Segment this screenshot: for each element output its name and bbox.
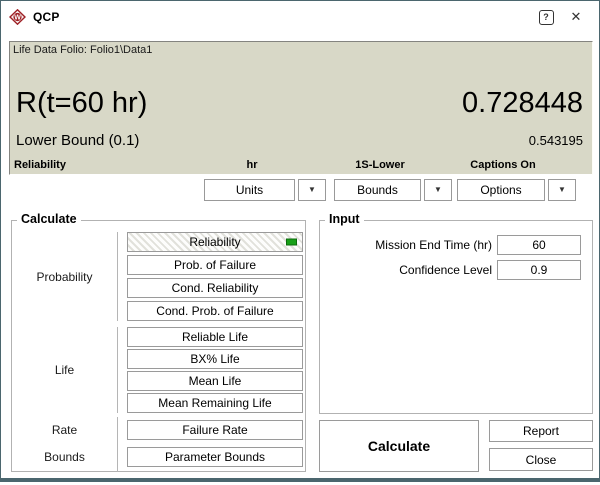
metric-label: R(t=60 hr)	[16, 86, 147, 120]
cond-reliability-button[interactable]: Cond. Reliability	[127, 278, 303, 298]
options-dropdown-button[interactable]: ▼	[548, 179, 576, 201]
weibull-logo-icon: W	[9, 9, 26, 25]
status-bounds: 1S-Lower	[355, 159, 405, 171]
cond-prob-of-failure-button[interactable]: Cond. Prob. of Failure	[127, 301, 303, 321]
category-separator	[117, 444, 118, 472]
units-dropdown-button[interactable]: ▼	[298, 179, 326, 201]
calculate-button[interactable]: Calculate	[319, 420, 479, 472]
options-button[interactable]: Options	[457, 179, 545, 201]
button-label: Mean Remaining Life	[158, 396, 271, 410]
button-label: Failure Rate	[182, 423, 247, 437]
category-separator	[117, 417, 118, 445]
help-icon: ?	[539, 10, 554, 25]
button-label: Reliable Life	[182, 330, 248, 344]
chevron-down-icon: ▼	[308, 186, 316, 194]
button-label: BX% Life	[190, 352, 239, 366]
category-separator	[117, 327, 118, 413]
chevron-down-icon: ▼	[434, 186, 442, 194]
report-button[interactable]: Report	[489, 420, 593, 442]
status-metric: Reliability	[14, 159, 66, 171]
parameter-bounds-button[interactable]: Parameter Bounds	[127, 447, 303, 467]
mean-life-button[interactable]: Mean Life	[127, 371, 303, 391]
close-window-button[interactable]: ✕	[561, 5, 591, 29]
button-label: Reliability	[189, 235, 240, 249]
failure-rate-button[interactable]: Failure Rate	[127, 420, 303, 440]
button-label: Mean Life	[189, 374, 242, 388]
status-captions: Captions On	[470, 159, 535, 171]
status-row: Reliability hr 1S-Lower Captions On	[10, 159, 592, 173]
close-button[interactable]: Close	[489, 448, 593, 471]
title-bar: W QCP ? ✕	[1, 1, 599, 33]
window-title: QCP	[33, 10, 60, 24]
category-rate: Rate	[12, 423, 117, 437]
bounds-button[interactable]: Bounds	[334, 179, 421, 201]
calculate-group-title: Calculate	[17, 212, 81, 226]
button-label: Cond. Reliability	[172, 281, 259, 295]
mission-end-time-label: Mission End Time (hr)	[320, 238, 492, 252]
confidence-level-label: Confidence Level	[320, 263, 492, 277]
input-group-title: Input	[325, 212, 364, 226]
reliable-life-button[interactable]: Reliable Life	[127, 327, 303, 347]
metric-row: R(t=60 hr) 0.728448	[16, 86, 583, 120]
category-life: Life	[12, 363, 117, 377]
category-separator	[117, 232, 118, 321]
metric-value: 0.728448	[462, 86, 583, 120]
bound-value: 0.543195	[529, 133, 583, 148]
results-panel: Life Data Folio: Folio1\Data1 R(t=60 hr)…	[9, 41, 593, 175]
bound-row: Lower Bound (0.1) 0.543195	[16, 132, 583, 149]
svg-text:W: W	[14, 15, 21, 22]
units-button[interactable]: Units	[204, 179, 295, 201]
help-button[interactable]: ?	[531, 5, 561, 29]
prob-of-failure-button[interactable]: Prob. of Failure	[127, 255, 303, 275]
bounds-dropdown-button[interactable]: ▼	[424, 179, 452, 201]
button-label: Cond. Prob. of Failure	[156, 304, 273, 318]
close-icon: ✕	[571, 9, 582, 25]
selected-indicator	[286, 239, 297, 246]
mission-end-time-field[interactable]	[497, 235, 581, 255]
button-label: Parameter Bounds	[165, 450, 265, 464]
confidence-level-field[interactable]	[497, 260, 581, 280]
category-probability: Probability	[12, 270, 117, 284]
input-group: Input Mission End Time (hr) Confidence L…	[319, 220, 593, 414]
button-label: Prob. of Failure	[174, 258, 256, 272]
bx-life-button[interactable]: BX% Life	[127, 349, 303, 369]
reliability-button[interactable]: Reliability	[127, 232, 303, 252]
bound-label: Lower Bound (0.1)	[16, 132, 139, 149]
chevron-down-icon: ▼	[558, 186, 566, 194]
status-units: hr	[247, 159, 258, 171]
category-bounds: Bounds	[12, 450, 117, 464]
qcp-dialog: W QCP ? ✕ Life Data Folio: Folio1\Data1 …	[0, 0, 600, 482]
calculate-group: Calculate Probability Life Rate Bounds R…	[11, 220, 306, 472]
mean-remaining-life-button[interactable]: Mean Remaining Life	[127, 393, 303, 413]
data-source-label: Life Data Folio: Folio1\Data1	[13, 44, 152, 56]
